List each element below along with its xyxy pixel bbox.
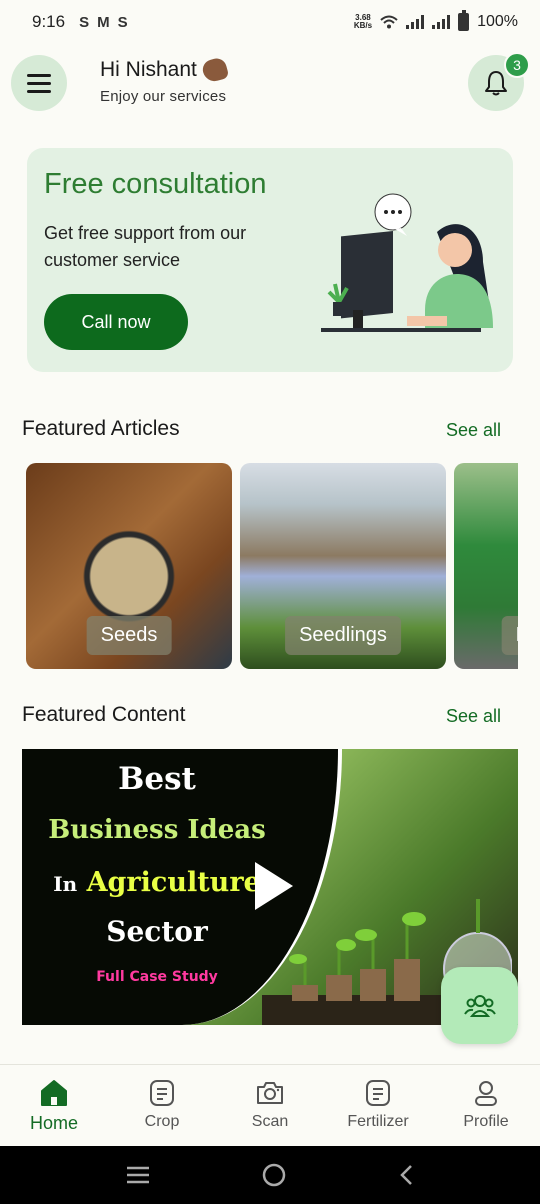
greeting-block: Hi Nishant Enjoy our services <box>100 56 230 105</box>
signal-icon <box>406 15 425 29</box>
video-title-line: Sector <box>106 915 208 948</box>
s-notification-icon: S <box>79 13 90 31</box>
nav-label: Profile <box>463 1113 509 1130</box>
fertilizer-icon <box>366 1080 390 1106</box>
article-label: Seeds <box>86 616 172 655</box>
articles-see-all-link[interactable]: See all <box>446 420 501 441</box>
battery-icon <box>458 10 470 31</box>
greeting-subtitle: Enjoy our services <box>100 88 227 105</box>
featured-content-title: Featured Content <box>22 703 186 726</box>
bell-icon <box>485 71 507 96</box>
signal-icon <box>432 15 451 29</box>
nav-label: Fertilizer <box>347 1113 409 1130</box>
wifi-icon <box>380 15 398 29</box>
greeting-text: Hi Nishant <box>100 58 197 81</box>
video-subtitle: Full Case Study <box>96 969 218 985</box>
menu-button[interactable] <box>11 55 67 111</box>
article-label: Seedlings <box>285 616 401 655</box>
nav-fertilizer[interactable]: Fertilizer <box>324 1065 432 1146</box>
nav-label: Crop <box>144 1113 180 1130</box>
consultation-title: Free consultation <box>44 168 267 200</box>
waving-hand-icon <box>200 56 230 84</box>
call-now-button[interactable]: Call now <box>44 294 188 350</box>
nav-scan[interactable]: Scan <box>216 1065 324 1146</box>
video-title-line: In Agriculture <box>53 867 261 898</box>
gmail-notification-icon: M <box>97 13 110 31</box>
nav-home[interactable]: Home <box>0 1065 108 1146</box>
crop-icon <box>150 1080 174 1106</box>
network-speed: 3.68 KB/s <box>354 14 372 30</box>
hamburger-icon <box>27 73 51 77</box>
bottom-navigation: Home Crop Scan Fertilizer Profile <box>0 1064 540 1146</box>
profile-icon <box>475 1081 497 1106</box>
home-circle-icon[interactable] <box>261 1162 287 1188</box>
notification-icons: S M S <box>79 14 128 31</box>
battery-percentage: 100% <box>477 13 518 30</box>
system-navigation-bar <box>0 1146 540 1204</box>
community-icon <box>463 994 496 1017</box>
articles-carousel[interactable]: Seeds Seedlings M <box>26 463 518 670</box>
camera-icon <box>257 1082 283 1104</box>
back-icon[interactable] <box>397 1163 415 1187</box>
article-label: M <box>501 616 518 655</box>
notification-count-badge: 3 <box>504 52 530 78</box>
status-time: 9:16 <box>32 12 66 31</box>
article-card-machinery[interactable]: M <box>454 463 518 669</box>
consultation-card: Free consultation Get free support from … <box>27 148 513 372</box>
consultation-description: Get free support from our customer servi… <box>44 223 247 270</box>
nav-profile[interactable]: Profile <box>432 1065 540 1146</box>
network-speed-unit: KB/s <box>353 21 373 30</box>
nav-label: Scan <box>251 1113 289 1130</box>
community-fab-button[interactable] <box>441 967 518 1044</box>
customer-support-illustration <box>321 193 493 332</box>
featured-articles-title: Featured Articles <box>22 417 180 440</box>
article-card-seeds[interactable]: Seeds <box>26 463 232 669</box>
status-bar: 9:16 S M S 3.68 KB/s 100% <box>0 0 540 44</box>
article-card-seedlings[interactable]: Seedlings <box>240 463 446 669</box>
content-see-all-link[interactable]: See all <box>446 706 501 727</box>
nav-label: Home <box>29 1113 78 1133</box>
nav-crop[interactable]: Crop <box>108 1065 216 1146</box>
s-notification-icon: S <box>117 13 128 31</box>
video-title-line: Business Ideas <box>48 815 266 845</box>
video-title-line: Best <box>118 761 196 797</box>
recent-apps-icon[interactable] <box>125 1165 151 1185</box>
home-icon <box>41 1080 67 1106</box>
